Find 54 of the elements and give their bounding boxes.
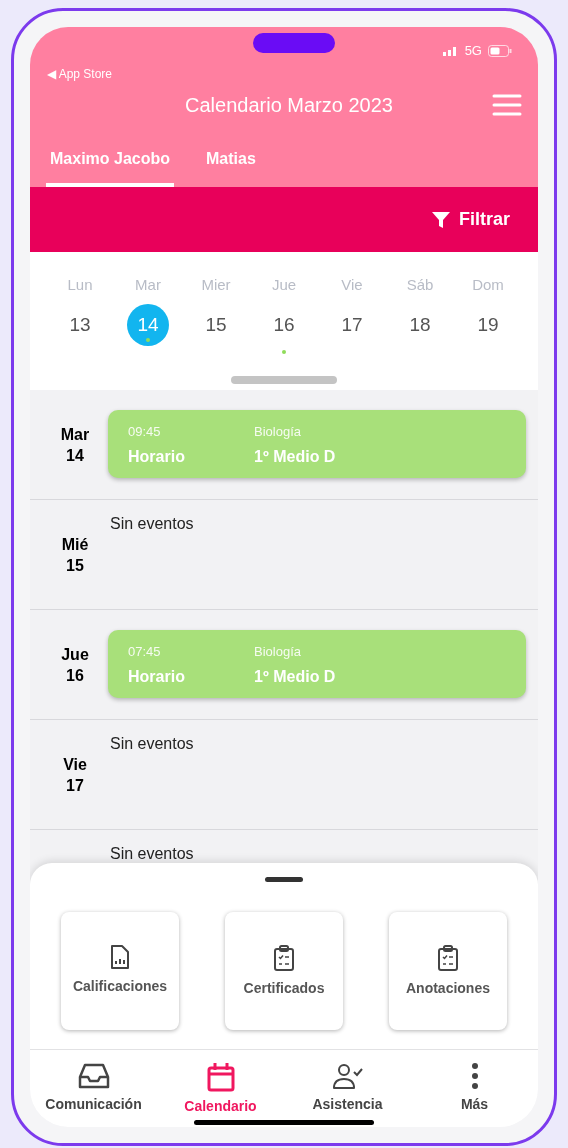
event-course: 1º Medio D [254,666,336,687]
day-button[interactable]: 15 [195,304,237,354]
agenda-weekday: Vie [63,755,87,775]
report-icon [110,944,130,970]
nav-item[interactable]: Más [411,1062,538,1118]
signal-icon [442,45,459,57]
weekday-label: Lun [67,275,93,295]
sheet-handle [265,877,303,882]
agenda-day: 15 [66,555,84,576]
calendar-icon [206,1062,235,1092]
event-type: Horario [128,446,186,467]
nav-item[interactable]: Comunicación [30,1062,157,1118]
quick-action-card[interactable]: Certificados [225,912,343,1030]
page-title: Calendario Marzo 2023 [185,93,393,118]
agenda-weekday: Jue [61,645,89,665]
agenda-day: 14 [66,445,84,466]
quick-action-card[interactable]: Calificaciones [61,912,179,1030]
more-icon [470,1062,479,1090]
no-events-text: Sin eventos [110,844,195,864]
person-check-icon [331,1062,364,1090]
weekday-label: Mar [135,275,161,295]
day-button[interactable]: 17 [331,304,373,354]
weekday-label: Vie [341,275,363,295]
agenda-weekday: Mar [60,425,90,445]
event-type: Horario [128,666,186,687]
weekday-label: Dom [472,275,504,295]
clipboard-icon [273,944,295,972]
agenda-day: 17 [66,775,84,796]
event-time: 07:45 [128,643,162,661]
event-subject: Biología [254,423,302,441]
weekday-label: Jue [271,275,297,295]
event-subject: Biología [254,643,302,661]
weekday-label: Mier [201,275,231,295]
menu-icon[interactable] [492,93,522,117]
nav-item[interactable]: Calendario [157,1062,284,1118]
filter-button[interactable]: Filtrar [431,206,510,233]
filter-icon [431,209,451,230]
day-button[interactable]: 19 [467,304,509,354]
no-events-text: Sin eventos [110,514,195,534]
quick-action-card[interactable]: Anotaciones [389,912,507,1030]
day-button[interactable]: 13 [59,304,101,354]
agenda-weekday: Mié [61,535,89,555]
network-label: 5G [464,42,482,60]
day-button[interactable]: 18 [399,304,441,354]
weekday-label: Sáb [406,275,434,295]
inbox-icon [77,1062,110,1090]
day-button[interactable]: 16 [263,304,305,354]
nav-item[interactable]: Asistencia [284,1062,411,1118]
battery-icon [488,44,512,57]
clipboard-icon [437,944,459,972]
no-events-text: Sin eventos [110,734,195,754]
agenda-day: 16 [66,665,84,686]
event-course: 1º Medio D [254,446,336,467]
event-time: 09:45 [128,423,162,441]
